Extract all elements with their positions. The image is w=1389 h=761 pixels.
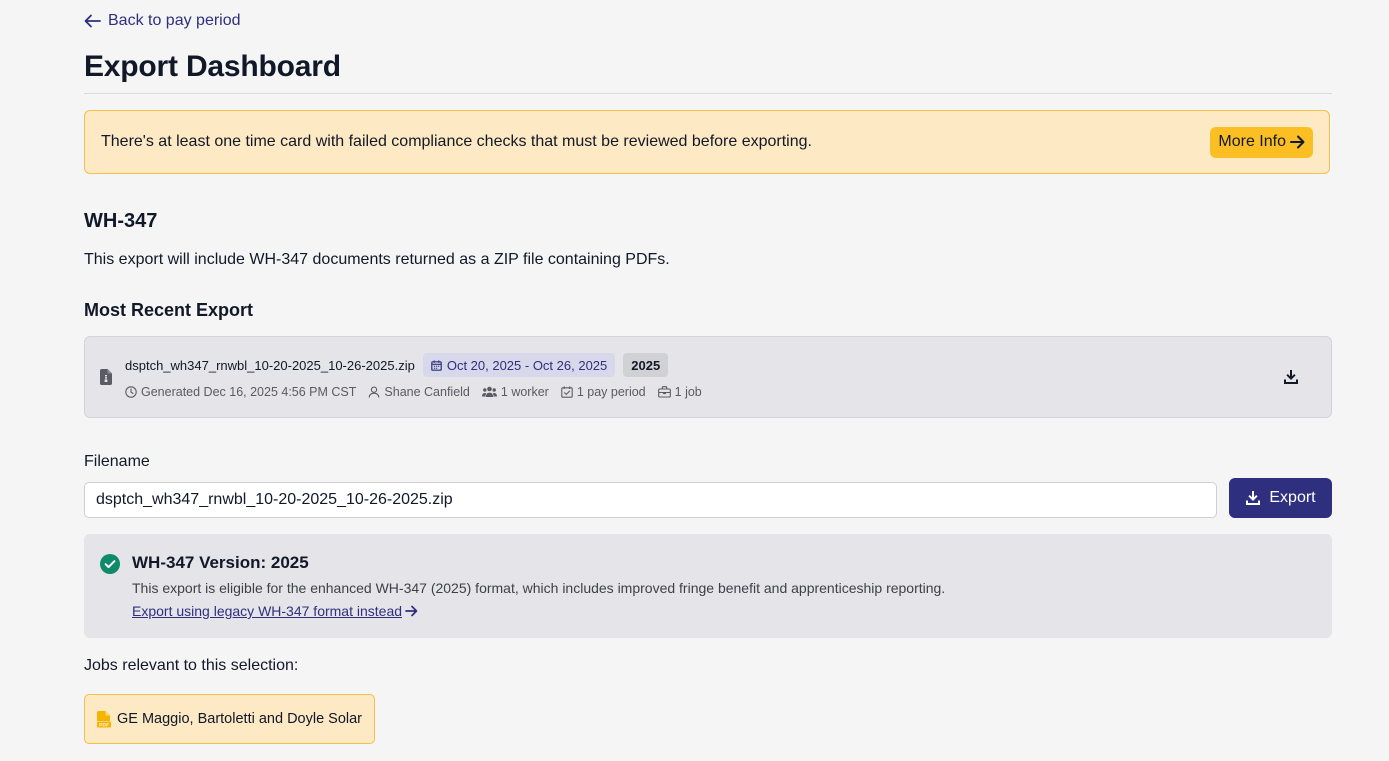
export-button-label: Export (1269, 489, 1316, 506)
pay-periods-meta: 1 pay period (561, 385, 646, 399)
users-icon (481, 386, 497, 397)
jobs-text: 1 job (674, 385, 702, 399)
jobs-relevant-label: Jobs relevant to this selection: (84, 657, 299, 674)
recent-export-file-row: dsptch_wh347_rnwbl_10-20-2025_10-26-2025… (125, 353, 669, 377)
date-range-badge: Oct 20, 2025 - Oct 26, 2025 (422, 353, 616, 377)
compliance-warning-banner: There's at least one time card with fail… (84, 110, 1330, 174)
back-link-label: Back to pay period (108, 12, 241, 29)
arrow-right-icon (405, 605, 418, 617)
file-pdf-icon: PDF (97, 710, 111, 728)
version-description: This export is eligible for the enhanced… (132, 580, 946, 596)
recent-export-card: dsptch_wh347_rnwbl_10-20-2025_10-26-2025… (84, 336, 1332, 418)
clock-icon (125, 386, 137, 398)
user-text: Shane Canfield (384, 385, 470, 399)
version-title: WH-347 Version: 2025 (132, 553, 309, 572)
warning-message: There's at least one time card with fail… (101, 133, 812, 150)
more-info-button[interactable]: More Info (1210, 126, 1313, 158)
export-dashboard-page: Back to pay period Export Dashboard Ther… (0, 0, 1389, 761)
export-button[interactable]: Export (1229, 478, 1332, 518)
calendar-icon (431, 360, 442, 371)
arrow-left-icon (84, 14, 101, 28)
title-divider (84, 93, 1332, 94)
user-meta: Shane Canfield (368, 385, 470, 399)
job-chip[interactable]: PDF GE Maggio, Bartoletti and Doyle Sola… (84, 694, 376, 744)
filename-input[interactable] (84, 482, 1217, 518)
generated-meta: Generated Dec 16, 2025 4:56 PM CST (125, 385, 356, 399)
download-icon (1246, 491, 1261, 505)
user-icon (369, 386, 380, 398)
generated-text: Generated Dec 16, 2025 4:56 PM CST (141, 385, 357, 399)
year-badge: 2025 (623, 353, 669, 377)
recent-export-filename: dsptch_wh347_rnwbl_10-20-2025_10-26-2025… (125, 357, 415, 373)
most-recent-export-heading: Most Recent Export (84, 300, 254, 320)
jobs-meta: 1 job (657, 385, 702, 399)
wh347-version-panel: WH-347 Version: 2025 This export is elig… (84, 534, 1332, 638)
legacy-link-label: Export using legacy WH-347 format instea… (132, 603, 403, 619)
pay-periods-text: 1 pay period (576, 385, 646, 399)
recent-export-meta: Generated Dec 16, 2025 4:56 PM CST Shane… (125, 385, 702, 399)
filename-label: Filename (84, 453, 150, 470)
briefcase-icon (657, 386, 671, 398)
svg-text:PDF: PDF (99, 722, 109, 728)
workers-text: 1 worker (500, 385, 549, 399)
more-info-label: More Info (1218, 133, 1286, 150)
job-chip-label: GE Maggio, Bartoletti and Doyle Solar (117, 711, 363, 727)
workers-meta: 1 worker (481, 385, 549, 399)
page-title: Export Dashboard (84, 50, 341, 83)
check-circle-icon (100, 554, 120, 574)
arrow-right-icon (1290, 135, 1305, 149)
section-title: WH-347 (84, 210, 158, 232)
file-zip-icon (100, 369, 112, 385)
section-description: This export will include WH-347 document… (84, 251, 670, 268)
back-to-pay-period-link[interactable]: Back to pay period (84, 12, 241, 30)
legacy-format-link[interactable]: Export using legacy WH-347 format instea… (132, 603, 418, 619)
download-recent-export-button[interactable] (1279, 365, 1303, 389)
calendar-check-icon (561, 386, 573, 398)
download-icon (1284, 370, 1298, 384)
date-range-text: Oct 20, 2025 - Oct 26, 2025 (446, 357, 608, 373)
